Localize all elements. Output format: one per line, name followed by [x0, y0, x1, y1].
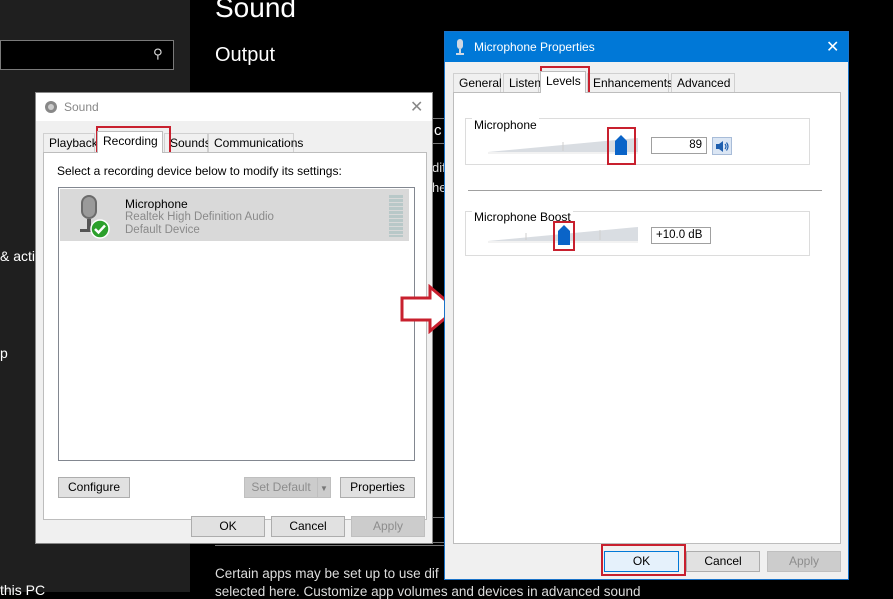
tab-recording[interactable]: Recording: [97, 131, 163, 153]
sound-dialog-title: Sound: [64, 100, 99, 114]
properties-dialog-title: Microphone Properties: [474, 40, 595, 54]
tab-enhancements[interactable]: Enhancements: [587, 73, 673, 93]
properties-ok-button[interactable]: OK: [604, 551, 679, 572]
tab-communications[interactable]: Communications: [208, 133, 303, 153]
nav-item-partial[interactable]: p: [0, 345, 8, 361]
nav-item-this-pc[interactable]: this PC: [0, 582, 45, 598]
tab-levels[interactable]: Levels: [540, 71, 586, 93]
tab-advanced[interactable]: Advanced: [671, 73, 735, 93]
device-status: Default Device: [125, 224, 200, 236]
device-name: Microphone: [125, 197, 188, 211]
boost-value: +10.0 dB: [651, 227, 711, 244]
bg-body-line: Certain apps may be set up to use dif: [215, 566, 439, 581]
bg-text-fragment: c: [434, 122, 442, 139]
output-heading: Output: [215, 44, 276, 66]
separator: [468, 190, 822, 191]
boost-label: Microphone Boost: [472, 210, 573, 224]
speaker-icon: [715, 140, 730, 156]
properties-button[interactable]: Properties: [340, 477, 415, 498]
tab-playback[interactable]: Playback: [43, 133, 98, 153]
recording-panel: Select a recording device below to modif…: [43, 152, 427, 520]
properties-tab-strip: General Listen Levels Enhancements Advan…: [453, 71, 843, 93]
tab-listen[interactable]: Listen: [503, 73, 541, 93]
tab-general[interactable]: General: [453, 73, 502, 93]
properties-cancel-button[interactable]: Cancel: [686, 551, 760, 572]
list-item-microphone[interactable]: Microphone Realtek High Definition Audio…: [60, 189, 409, 241]
close-icon[interactable]: ✕: [410, 97, 423, 117]
chevron-down-icon: ▼: [320, 484, 328, 493]
bg-divider: [215, 545, 445, 546]
microphone-properties-dialog: Microphone Properties ✕ General Listen L…: [444, 31, 849, 580]
tab-sounds[interactable]: Sounds: [164, 133, 211, 153]
sound-title-bar[interactable]: Sound ✕: [36, 93, 432, 121]
set-default-dropdown[interactable]: ▼: [317, 477, 331, 498]
configure-button[interactable]: Configure: [58, 477, 130, 498]
properties-title-bar[interactable]: Microphone Properties ✕: [445, 32, 848, 62]
nav-item-notifications[interactable]: & acti: [0, 248, 35, 264]
sound-ok-button[interactable]: OK: [191, 516, 265, 537]
default-check-icon: [90, 219, 110, 242]
close-icon[interactable]: ✕: [826, 37, 839, 57]
settings-search-box[interactable]: ⚲: [0, 40, 174, 70]
levels-panel: Microphone 89 Microphone Boost +10.0 dB: [453, 92, 841, 544]
microphone-level-label: Microphone: [472, 118, 539, 132]
device-driver: Realtek High Definition Audio: [125, 211, 274, 223]
instruction-text: Select a recording device below to modif…: [57, 164, 342, 178]
sound-tab-strip: Playback Recording Sounds Communications: [43, 131, 427, 153]
microphone-icon: [455, 39, 465, 58]
search-icon[interactable]: ⚲: [153, 46, 167, 62]
microphone-slider-thumb[interactable]: [615, 135, 627, 155]
device-list[interactable]: Microphone Realtek High Definition Audio…: [58, 187, 415, 461]
page-title: Sound: [215, 0, 296, 23]
set-default-button[interactable]: Set Default: [244, 477, 318, 498]
sound-cancel-button[interactable]: Cancel: [271, 516, 345, 537]
mute-button[interactable]: [712, 137, 732, 155]
speaker-icon: [44, 100, 58, 117]
sound-dialog: Sound ✕ Playback Recording Sounds Commun…: [35, 92, 433, 544]
properties-apply-button[interactable]: Apply: [767, 551, 841, 572]
level-meter: [389, 195, 403, 237]
microphone-level-value[interactable]: 89: [651, 137, 707, 154]
boost-slider-thumb[interactable]: [558, 225, 570, 245]
sound-apply-button[interactable]: Apply: [351, 516, 425, 537]
